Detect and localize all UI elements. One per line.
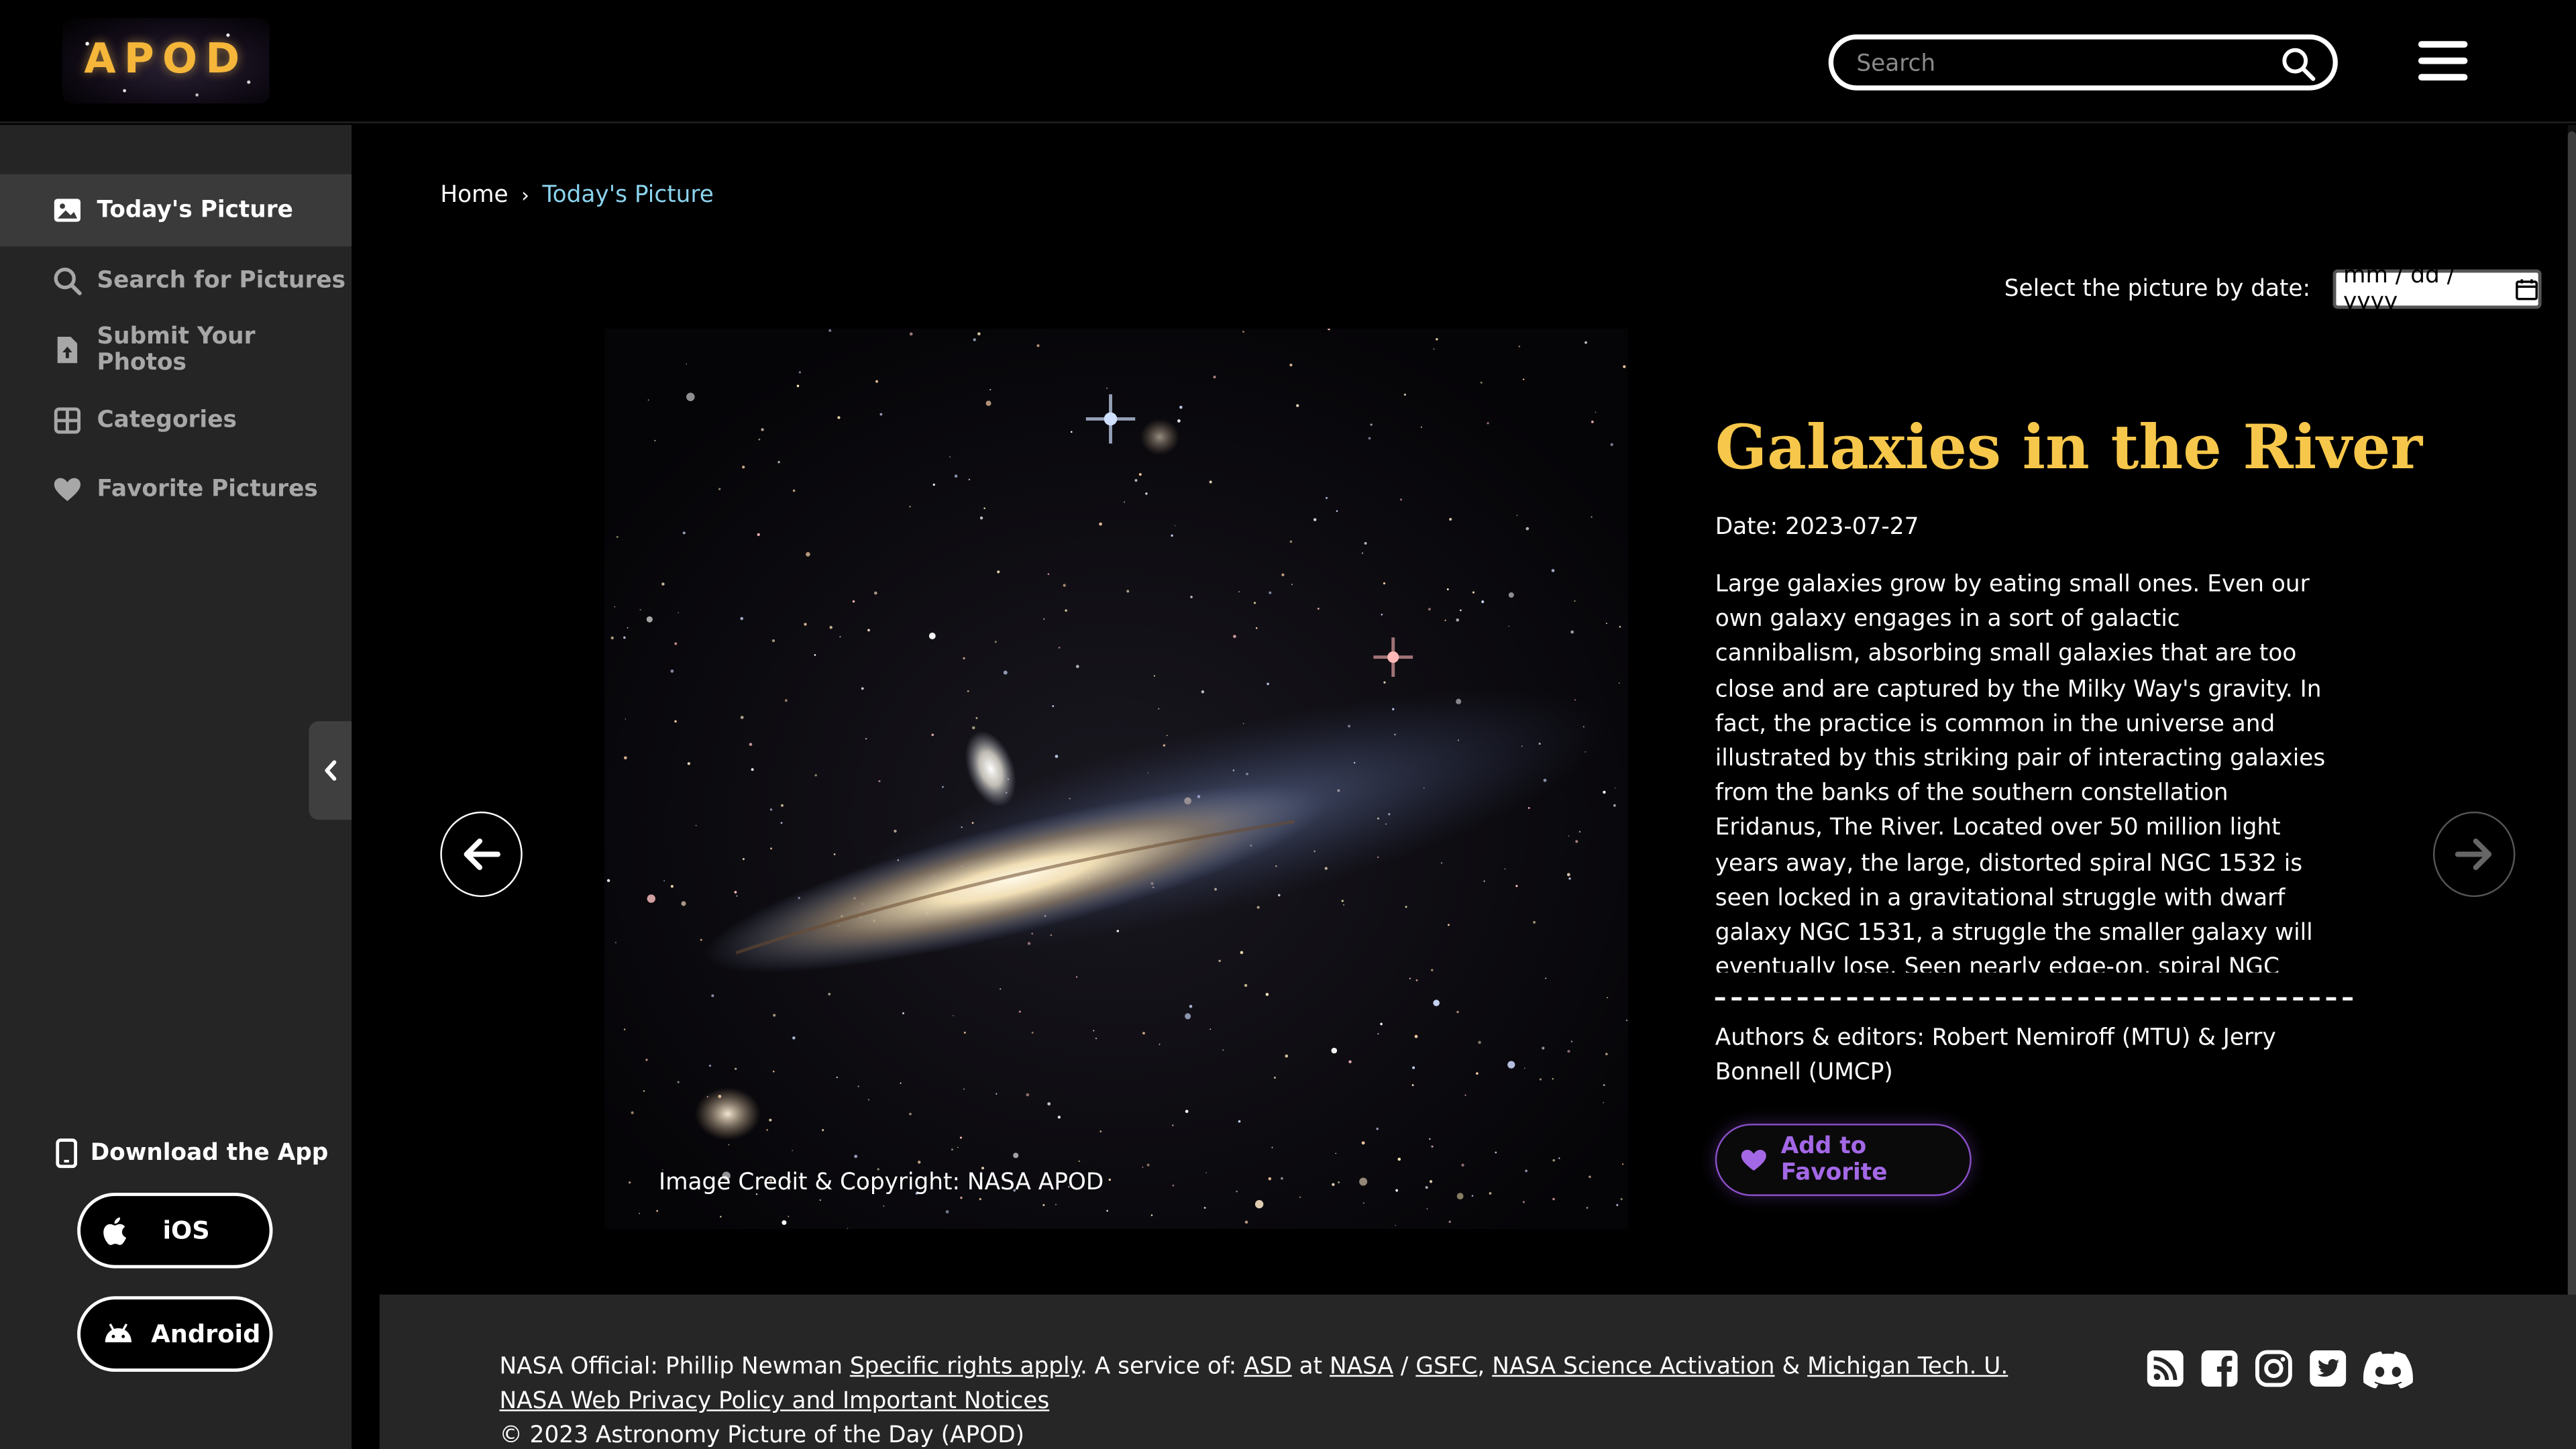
app-root: APOD Today's Picture Search for Pictures — [0, 0, 2576, 1449]
footer-official: NASA Official: Phillip Newman — [499, 1353, 850, 1381]
asd-link[interactable]: ASD — [1244, 1354, 1292, 1380]
ios-download-button[interactable]: iOS — [77, 1192, 273, 1269]
ios-label: iOS — [162, 1216, 210, 1246]
footer-slash: / — [1393, 1353, 1416, 1381]
breadcrumb: Home › Today's Picture — [440, 182, 713, 209]
sidebar-item-todays-picture[interactable]: Today's Picture — [0, 174, 352, 247]
android-label: Android — [151, 1319, 261, 1349]
image-icon — [52, 195, 82, 225]
facebook-icon[interactable] — [2200, 1349, 2239, 1389]
heart-icon — [1739, 1146, 1768, 1173]
breadcrumb-current: Today's Picture — [542, 182, 714, 209]
footer-copyright: © 2023 Astronomy Picture of the Day (APO… — [499, 1422, 1025, 1449]
nasa-science-activation-link[interactable]: NASA Science Activation — [1492, 1354, 1774, 1380]
footer-comma: , — [1477, 1353, 1493, 1381]
rss-icon[interactable] — [2145, 1349, 2185, 1389]
instagram-icon[interactable] — [2254, 1349, 2294, 1389]
twitter-icon[interactable] — [2308, 1349, 2348, 1389]
previous-picture-button[interactable] — [440, 811, 523, 898]
privacy-policy-link[interactable]: NASA Web Privacy Policy and Important No… — [499, 1388, 1049, 1414]
search-bar — [1828, 34, 2338, 91]
footer-line-1: NASA Official: Phillip Newman Specific r… — [499, 1350, 2008, 1385]
android-download-button[interactable]: Android — [77, 1296, 273, 1372]
date-selector-label: Select the picture by date: — [2004, 276, 2311, 303]
sidebar-item-submit-photos[interactable]: Submit Your Photos — [0, 314, 352, 386]
discord-icon[interactable] — [2363, 1349, 2415, 1389]
footer-line-2: NASA Web Privacy Policy and Important No… — [499, 1385, 2008, 1419]
sidebar-item-label: Categories — [97, 407, 237, 434]
gsfc-link[interactable]: GSFC — [1415, 1354, 1477, 1380]
chevron-left-icon — [322, 759, 338, 782]
sidebar-item-search-pictures[interactable]: Search for Pictures — [0, 245, 352, 317]
footer-text: NASA Official: Phillip Newman Specific r… — [499, 1350, 2008, 1449]
picture-title: Galaxies in the River — [1715, 411, 2423, 484]
grid-icon — [52, 406, 82, 435]
top-header: APOD — [0, 0, 2576, 123]
arrow-right-icon — [2455, 838, 2494, 871]
rights-link[interactable]: Specific rights apply — [850, 1354, 1080, 1380]
footer-at: at — [1291, 1353, 1330, 1381]
footer-service-text: . A service of: — [1079, 1353, 1244, 1381]
android-icon — [102, 1322, 135, 1345]
calendar-icon[interactable] — [2516, 278, 2538, 301]
nasa-link[interactable]: NASA — [1330, 1354, 1393, 1380]
date-selector: Select the picture by date: mm / dd / yy… — [2004, 263, 2542, 315]
divider — [1715, 997, 2353, 1001]
image-credit: Image Credit & Copyright: NASA APOD — [659, 1169, 1104, 1196]
michigan-tech-link[interactable]: Michigan Tech. U. — [1807, 1354, 2008, 1380]
file-upload-icon — [52, 335, 82, 365]
next-picture-button[interactable] — [2432, 811, 2516, 898]
arrow-left-icon — [462, 838, 501, 871]
add-to-favorite-button[interactable]: Add to Favorite — [1715, 1124, 1972, 1196]
galaxy-image-art — [604, 328, 1628, 1229]
date-input-placeholder: mm / dd / yyyy — [2343, 262, 2455, 316]
breadcrumb-home-link[interactable]: Home — [440, 182, 508, 209]
sidebar-item-label: Favorite Pictures — [97, 476, 318, 503]
date-input[interactable]: mm / dd / yyyy — [2333, 263, 2542, 315]
sidebar-item-label: Today's Picture — [97, 197, 293, 224]
scrollbar-thumb[interactable] — [2567, 131, 2576, 1364]
search-input[interactable] — [1856, 46, 2267, 83]
picture-description: Large galaxies grow by eating small ones… — [1715, 572, 2326, 973]
heart-icon — [52, 475, 82, 504]
sidebar-collapse-button[interactable] — [309, 721, 352, 820]
apod-image[interactable] — [604, 328, 1628, 1229]
search-icon — [52, 266, 82, 296]
favorite-label: Add to Favorite — [1780, 1133, 1888, 1187]
download-app-title: Download the App — [56, 1138, 329, 1169]
authors-credit: Authors & editors: Robert Nemiroff (MTU)… — [1715, 1025, 2276, 1086]
footer-amp: & — [1774, 1353, 1808, 1381]
apple-icon — [102, 1216, 127, 1244]
sidebar: Today's Picture Search for Pictures Subm… — [0, 125, 352, 1449]
picture-date: Date: 2023-07-27 — [1715, 514, 1919, 541]
sidebar-item-label: Submit Your Photos — [97, 323, 256, 376]
download-app-label: Download the App — [90, 1140, 329, 1167]
search-icon[interactable] — [2280, 46, 2316, 83]
sidebar-item-categories[interactable]: Categories — [0, 384, 352, 457]
sidebar-item-label: Search for Pictures — [97, 268, 346, 294]
hamburger-menu-icon[interactable] — [2418, 38, 2471, 84]
phone-icon — [56, 1138, 78, 1169]
social-links — [2145, 1349, 2430, 1389]
sidebar-item-favorite-pictures[interactable]: Favorite Pictures — [0, 453, 352, 526]
chevron-right-icon: › — [521, 184, 529, 207]
logo-text: APOD — [84, 34, 248, 83]
apod-logo[interactable]: APOD — [62, 17, 270, 104]
footer: NASA Official: Phillip Newman Specific r… — [379, 1294, 2576, 1449]
